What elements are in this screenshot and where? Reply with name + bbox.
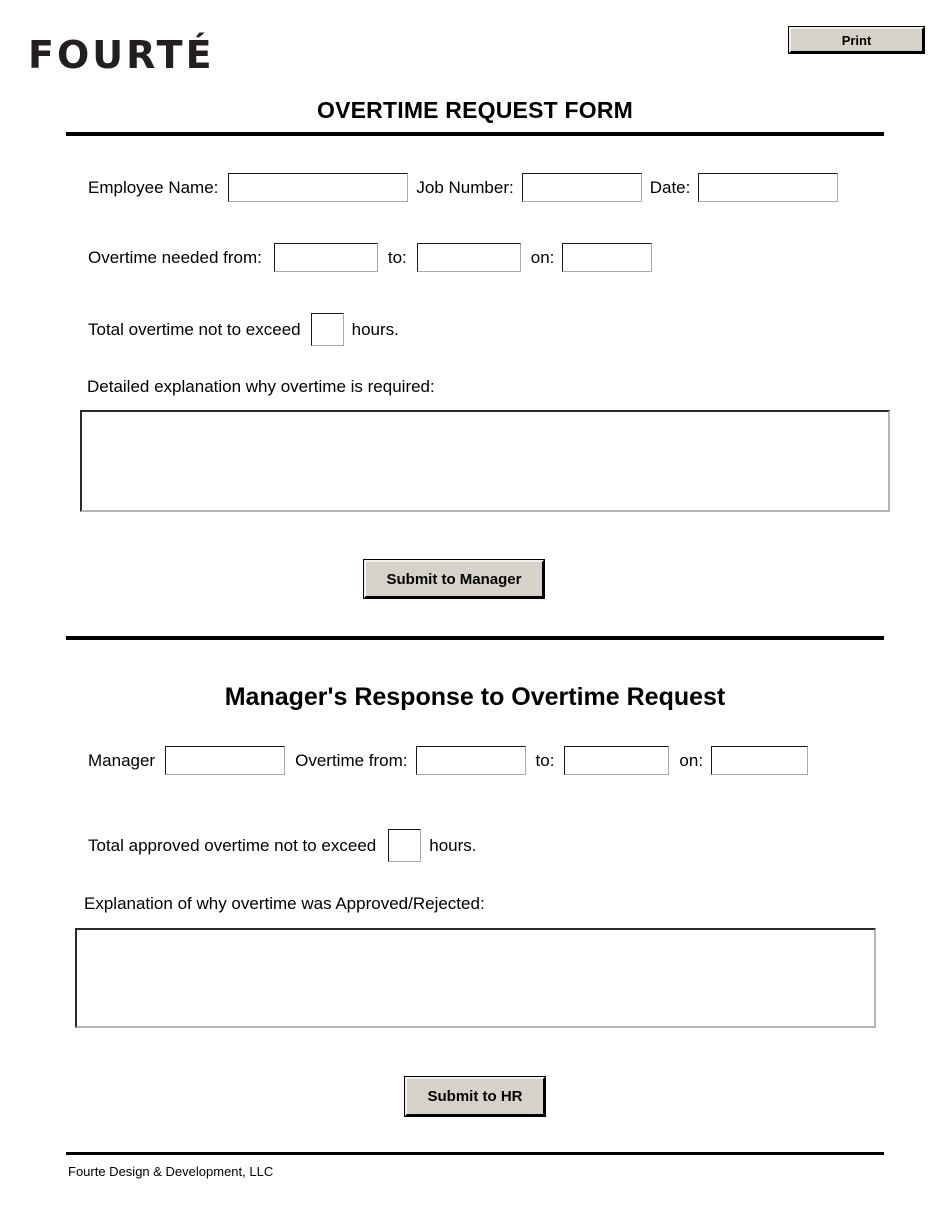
footer-company-text: Fourte Design & Development, LLC [68, 1164, 274, 1179]
employee-name-label: Employee Name: [88, 178, 219, 197]
overtime-needed-from-label: Overtime needed from: [88, 248, 262, 267]
manager-overtime-on-input[interactable] [711, 746, 809, 775]
total-overtime-label: Total overtime not to exceed [88, 320, 301, 339]
overtime-on-label: on: [530, 248, 555, 267]
manager-section-title: Manager's Response to Overtime Request [224, 683, 726, 711]
job-number-label: Job Number: [416, 178, 514, 197]
manager-name-input[interactable] [165, 746, 286, 775]
submit-to-hr-label: Submit to HR [427, 1088, 523, 1105]
manager-explanation-label: Explanation of why overtime was Approved… [84, 894, 485, 913]
overtime-on-input[interactable] [562, 243, 653, 272]
manager-overtime-to-input[interactable] [564, 746, 670, 775]
manager-overtime-from-label: Overtime from: [295, 751, 408, 770]
overtime-window-row: Overtime needed from: to: on: [88, 243, 653, 272]
manager-info-row: Manager Overtime from: to: on: [88, 746, 809, 775]
overtime-to-label: to: [387, 248, 407, 267]
manager-explanation-textarea[interactable] [75, 928, 876, 1028]
title-divider [66, 132, 884, 136]
form-page: FOURTÉ Print OVERTIME REQUEST FORM Emplo… [0, 0, 950, 1230]
print-button-label: Print [841, 32, 872, 48]
page-title: OVERTIME REQUEST FORM [317, 97, 633, 123]
detailed-explanation-label: Detailed explanation why overtime is req… [87, 377, 435, 396]
overtime-to-input[interactable] [416, 243, 521, 272]
total-overtime-row: Total overtime not to exceed hours. [88, 313, 399, 346]
total-approved-hours-input[interactable] [388, 829, 422, 862]
employee-name-input[interactable] [228, 173, 409, 202]
manager-label: Manager [88, 751, 156, 770]
manager-overtime-on-label: on: [679, 751, 704, 770]
overtime-from-input[interactable] [273, 243, 378, 272]
footer-divider [66, 1152, 884, 1155]
date-label: Date: [649, 178, 691, 197]
print-button[interactable]: Print [789, 27, 924, 53]
date-input[interactable] [698, 173, 839, 202]
manager-overtime-to-label: to: [535, 751, 555, 770]
job-number-input[interactable] [521, 173, 642, 202]
total-overtime-hours-suffix: hours. [351, 320, 399, 339]
manager-overtime-from-input[interactable] [415, 746, 526, 775]
fourte-logo: FOURTÉ [28, 33, 215, 77]
approved-overtime-row: Total approved overtime not to exceed ho… [88, 829, 476, 862]
total-overtime-hours-input[interactable] [310, 313, 344, 346]
total-approved-overtime-label: Total approved overtime not to exceed [88, 836, 377, 855]
total-approved-hours-suffix: hours. [429, 836, 477, 855]
submit-to-hr-button[interactable]: Submit to HR [405, 1077, 545, 1116]
employee-info-row: Employee Name: Job Number: Date: [88, 173, 839, 202]
submit-to-manager-label: Submit to Manager [386, 570, 522, 588]
detailed-explanation-textarea[interactable] [80, 410, 890, 512]
submit-to-manager-button[interactable]: Submit to Manager [364, 560, 544, 598]
section-divider [66, 636, 884, 640]
